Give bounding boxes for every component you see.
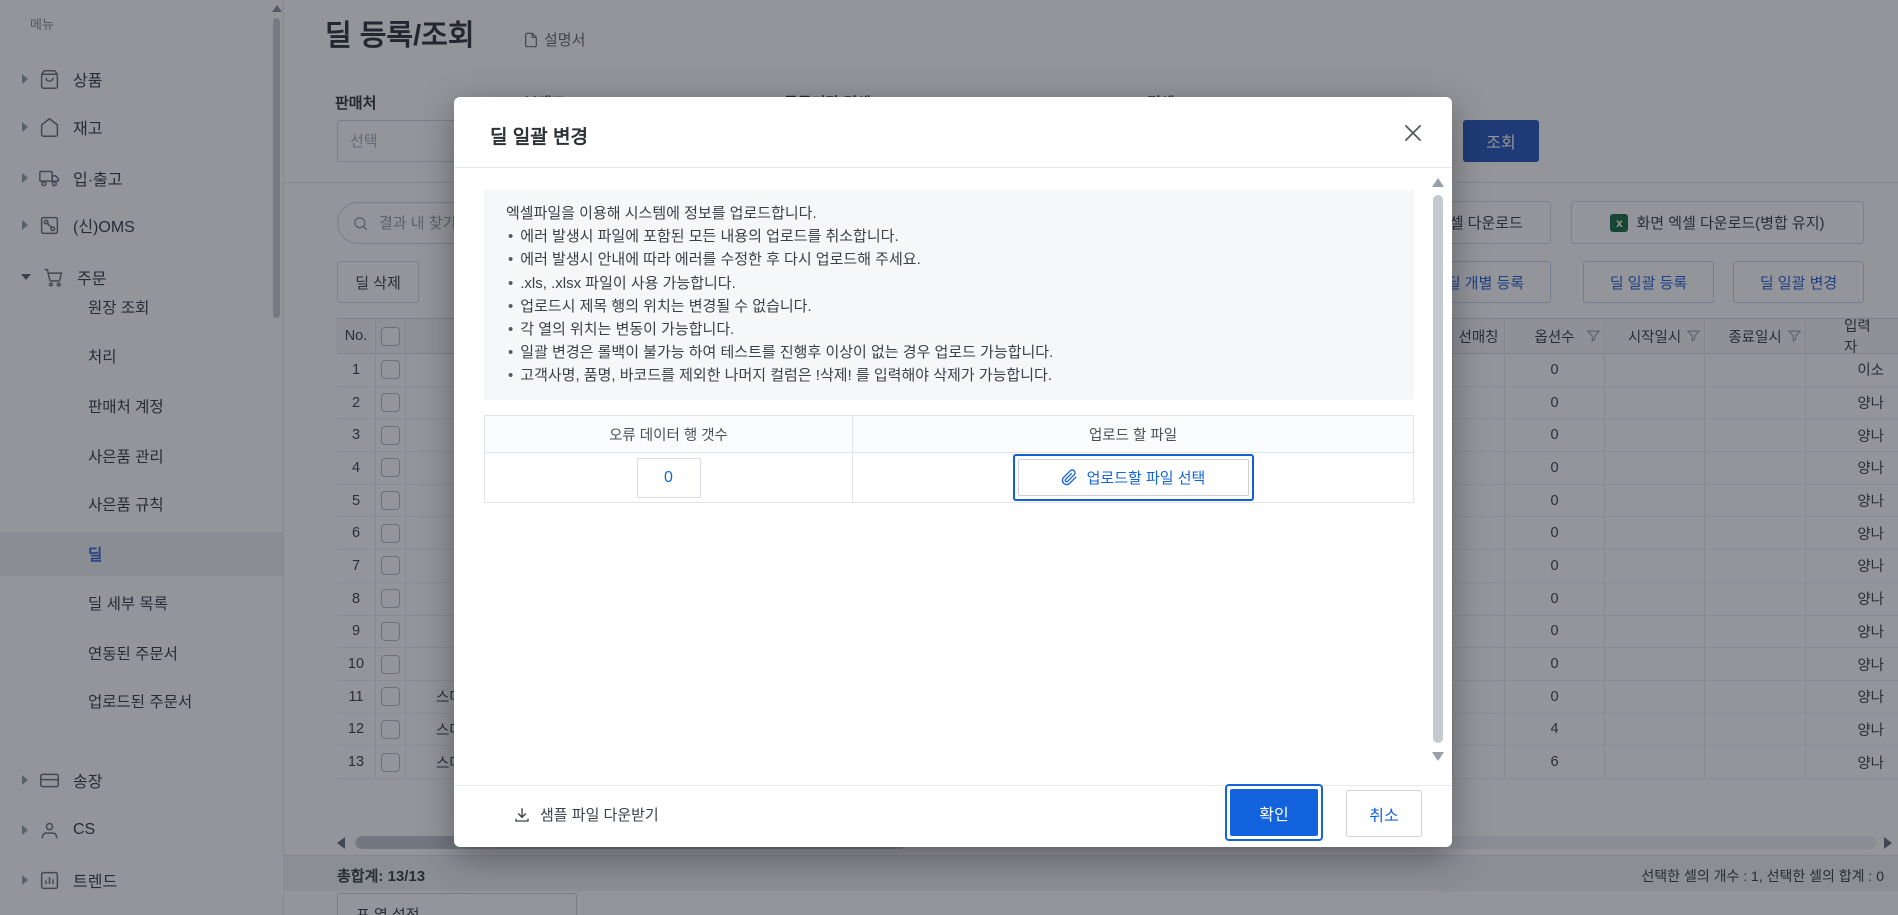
modal-scroll-up-icon[interactable]	[1432, 178, 1444, 187]
download-icon	[513, 806, 531, 824]
instruction-bullet: 에러 발생시 파일에 포함된 모든 내용의 업로드를 취소합니다.	[506, 225, 1392, 248]
modal-scrollbar-thumb[interactable]	[1433, 195, 1443, 743]
instruction-bullet: 에러 발생시 안내에 따라 에러를 수정한 후 다시 업로드해 주세요.	[506, 248, 1392, 271]
modal-instructions-list: 에러 발생시 파일에 포함된 모든 내용의 업로드를 취소합니다.에러 발생시 …	[506, 225, 1392, 387]
instruction-bullet: .xls, .xlsx 파일이 사용 가능합니다.	[506, 272, 1392, 295]
instruction-bullet: 각 열의 위치는 변동이 가능합니다.	[506, 318, 1392, 341]
upload-table-header: 오류 데이터 행 갯수 업로드 할 파일	[485, 416, 1413, 453]
app-root: 메뉴 상품 재고 입·출고 (신)	[0, 0, 1898, 915]
cancel-button[interactable]: 취소	[1346, 790, 1422, 837]
paperclip-icon	[1061, 469, 1078, 486]
error-count-header: 오류 데이터 행 갯수	[485, 416, 853, 452]
sample-file-download-link[interactable]: 샘플 파일 다운받기	[513, 804, 659, 825]
instruction-bullet: 업로드시 제목 행의 위치는 변경될 수 없습니다.	[506, 295, 1392, 318]
modal-instructions: 엑셀파일을 이용해 시스템에 정보를 업로드합니다. 에러 발생시 파일에 포함…	[484, 190, 1414, 400]
instructions-intro: 엑셀파일을 이용해 시스템에 정보를 업로드합니다.	[506, 202, 1392, 225]
instruction-bullet: 일괄 변경은 롤백이 불가능 하여 테스트를 진행후 이상이 없는 경우 업로드…	[506, 341, 1392, 364]
modal-title: 딜 일괄 변경	[490, 122, 588, 149]
upload-file-header: 업로드 할 파일	[853, 416, 1413, 452]
instruction-bullet: 고객사명, 품명, 바코드를 제외한 나머지 컬럼은 !삭제! 를 입력해야 삭…	[506, 364, 1392, 387]
modal-footer: 샘플 파일 다운받기 확인 취소	[454, 785, 1452, 847]
bulk-edit-modal: 딜 일괄 변경 엑셀파일을 이용해 시스템에 정보를 업로드합니다. 에러 발생…	[454, 97, 1452, 847]
upload-table-body: 0 업로드할 파일 선택	[485, 453, 1413, 502]
confirm-button-focus-ring: 확인	[1225, 784, 1323, 841]
upload-table: 오류 데이터 행 갯수 업로드 할 파일 0 업로드할 파일 선택	[484, 415, 1414, 503]
modal-header: 딜 일괄 변경	[454, 97, 1452, 168]
error-count-value: 0	[637, 458, 701, 498]
file-select-button[interactable]: 업로드할 파일 선택	[1013, 454, 1254, 501]
confirm-button[interactable]: 확인	[1230, 789, 1318, 836]
modal-scroll-down-icon[interactable]	[1432, 752, 1444, 761]
file-select-label: 업로드할 파일 선택	[1087, 467, 1206, 488]
close-icon[interactable]	[1398, 118, 1428, 148]
